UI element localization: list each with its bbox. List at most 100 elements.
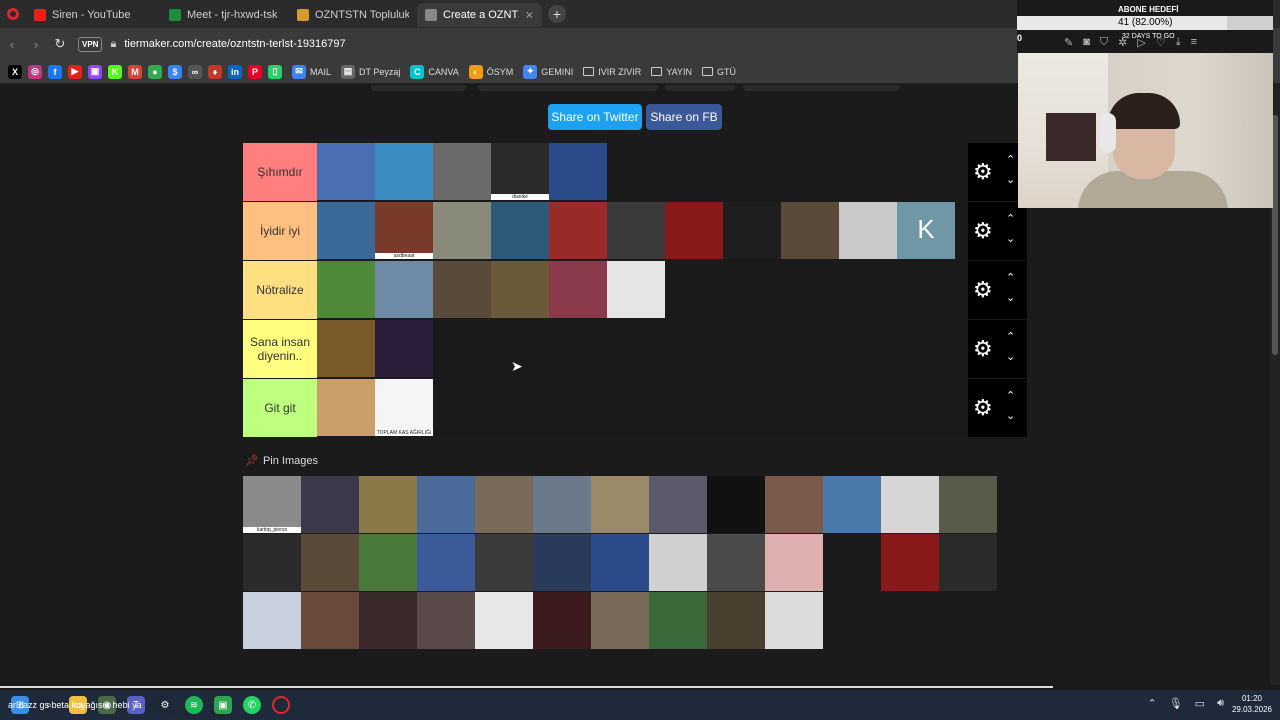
bookmark-item[interactable]: ▤ DT Peyzaj xyxy=(341,64,400,79)
bookmark-item[interactable]: ▣ xyxy=(88,64,102,79)
chevron-up-icon[interactable]: ⌃ xyxy=(1006,212,1015,225)
chevron-up-icon[interactable]: ⌃ xyxy=(1006,153,1015,166)
tier-item-image[interactable] xyxy=(317,202,375,259)
tier-item-image[interactable] xyxy=(649,534,707,591)
browser-tab[interactable]: OZNTSTN Topluluk - Tier L xyxy=(289,3,417,27)
bookmark-item[interactable]: ▯ xyxy=(268,64,282,79)
spotify-icon[interactable]: ≋ xyxy=(185,696,203,714)
bookmark-item[interactable]: IVIR ZIVIR xyxy=(583,67,641,77)
camera-icon[interactable]: ◙ xyxy=(1083,36,1090,49)
tier-item-image[interactable] xyxy=(375,261,433,318)
tier-items[interactable]: TOPLAM KAS AĞIRLIĞI xyxy=(317,379,968,437)
menu-icon[interactable]: ≡ xyxy=(1191,36,1197,49)
tier-item-image[interactable]: K xyxy=(897,202,955,259)
tier-item-image[interactable] xyxy=(359,476,417,533)
tier-item-image[interactable] xyxy=(417,476,475,533)
bookmark-item[interactable]: ♦ xyxy=(208,64,222,79)
tier-items[interactable]: asdbeaat K xyxy=(317,202,968,260)
tier-item-image[interactable] xyxy=(359,592,417,649)
shield-icon[interactable]: ⛉ xyxy=(1100,36,1108,49)
url-field[interactable]: tiermaker.com/create/ozntstn-terlst-1931… xyxy=(124,38,345,50)
forward-icon[interactable]: › xyxy=(24,37,48,52)
tier-item-image[interactable] xyxy=(607,261,665,318)
tier-label[interactable]: Sana insan diyenin.. xyxy=(243,320,317,378)
bookmark-item[interactable]: ● xyxy=(148,64,162,79)
bookmark-item[interactable]: GTÜ xyxy=(701,67,736,77)
tier-item-image[interactable] xyxy=(359,534,417,591)
chevron-down-icon[interactable]: ⌄ xyxy=(1006,291,1015,304)
share-facebook-button[interactable]: Share on FB xyxy=(646,104,722,130)
tier-item-image[interactable] xyxy=(317,143,375,200)
browser-tab[interactable]: Meet - tjr-hxwd-tsk xyxy=(161,3,289,27)
edit-icon[interactable]: ✎ xyxy=(1064,36,1073,49)
ai-icon[interactable]: ✲ xyxy=(1118,36,1127,49)
chevron-up-icon[interactable]: ⌃ xyxy=(1147,697,1156,710)
tier-item-image[interactable] xyxy=(491,202,549,259)
tier-item-image[interactable] xyxy=(591,592,649,649)
browser-tab[interactable]: Create a OZNTSTN TİERLİS ✕ xyxy=(417,3,542,27)
tier-item-image[interactable] xyxy=(939,534,997,591)
tier-item-image[interactable]: dianike xyxy=(491,143,549,200)
tier-item-image[interactable] xyxy=(317,320,375,377)
tier-item-image[interactable] xyxy=(665,202,723,259)
tier-item-image[interactable] xyxy=(375,320,433,377)
gear-icon[interactable]: ⚙ xyxy=(973,397,993,419)
tier-item-image[interactable] xyxy=(649,592,707,649)
tier-label[interactable]: İyidir iyi xyxy=(243,202,317,260)
gear-icon[interactable]: ⚙ xyxy=(973,338,993,360)
tier-item-image[interactable] xyxy=(765,592,823,649)
tier-item-image[interactable] xyxy=(491,261,549,318)
clock[interactable]: 01:20 29.03.2026 xyxy=(1232,693,1272,715)
chevron-up-icon[interactable]: ⌃ xyxy=(1006,330,1015,343)
tier-item-image[interactable] xyxy=(723,202,781,259)
tier-item-image[interactable] xyxy=(375,143,433,200)
tier-item-image[interactable] xyxy=(823,476,881,533)
tier-item-image[interactable]: asdbeaat xyxy=(375,202,433,259)
tier-item-image[interactable] xyxy=(533,534,591,591)
tier-item-image[interactable] xyxy=(881,476,939,533)
tier-item-image[interactable] xyxy=(939,476,997,533)
tier-item-image[interactable] xyxy=(243,534,301,591)
tier-item-image[interactable] xyxy=(839,202,897,259)
tier-item-image[interactable] xyxy=(765,476,823,533)
tier-label[interactable]: Şıhımdır xyxy=(243,143,317,201)
tier-item-image[interactable] xyxy=(301,534,359,591)
steam-icon[interactable]: ⚙ xyxy=(156,696,174,714)
tier-label[interactable]: Git git xyxy=(243,379,317,437)
bookmark-item[interactable]: P xyxy=(248,64,262,79)
tier-item-image[interactable] xyxy=(549,261,607,318)
tier-item-image[interactable] xyxy=(301,592,359,649)
tier-item-image[interactable] xyxy=(317,261,375,318)
new-tab-button[interactable]: + xyxy=(548,5,566,23)
tier-item-image[interactable] xyxy=(243,592,301,649)
tier-item-image[interactable] xyxy=(649,476,707,533)
chevron-down-icon[interactable]: ⌄ xyxy=(1006,409,1015,422)
tier-item-image[interactable] xyxy=(301,476,359,533)
vpn-badge[interactable]: VPN xyxy=(78,36,103,52)
close-tab-icon[interactable]: ✕ xyxy=(525,9,534,22)
bookmark-item[interactable]: ✉ MAIL xyxy=(292,64,331,79)
bookmark-item[interactable]: ✦ GEMINI xyxy=(523,64,573,79)
tier-item-image[interactable] xyxy=(549,143,607,200)
bookmark-item[interactable]: K xyxy=(108,64,122,79)
bookmark-item[interactable]: $ xyxy=(168,64,182,79)
tier-item-image[interactable] xyxy=(881,534,939,591)
bookmark-item[interactable]: ▶ xyxy=(68,64,82,79)
tier-item-image[interactable] xyxy=(433,202,491,259)
tier-item-image[interactable] xyxy=(781,202,839,259)
chevron-up-icon[interactable]: ⌃ xyxy=(1006,271,1015,284)
reload-icon[interactable]: ↻ xyxy=(48,36,72,52)
mic-icon[interactable]: 🎙︎ xyxy=(1169,697,1183,710)
tier-item-image[interactable] xyxy=(433,261,491,318)
tier-item-image[interactable] xyxy=(475,592,533,649)
lock-icon[interactable]: 🔒︎ xyxy=(110,38,116,51)
play-icon[interactable]: ▷ xyxy=(1137,36,1145,49)
tier-item-image[interactable] xyxy=(475,476,533,533)
back-icon[interactable]: ‹ xyxy=(0,37,24,52)
volume-icon[interactable]: 🔊︎ xyxy=(1217,697,1224,710)
tier-item-image[interactable]: kartop_pierce xyxy=(243,476,301,533)
download-icon[interactable]: ⤓ xyxy=(1176,36,1181,49)
chevron-down-icon[interactable]: ⌄ xyxy=(1006,350,1015,363)
tier-item-image[interactable] xyxy=(417,534,475,591)
heart-icon[interactable]: ♡ xyxy=(1156,36,1166,49)
